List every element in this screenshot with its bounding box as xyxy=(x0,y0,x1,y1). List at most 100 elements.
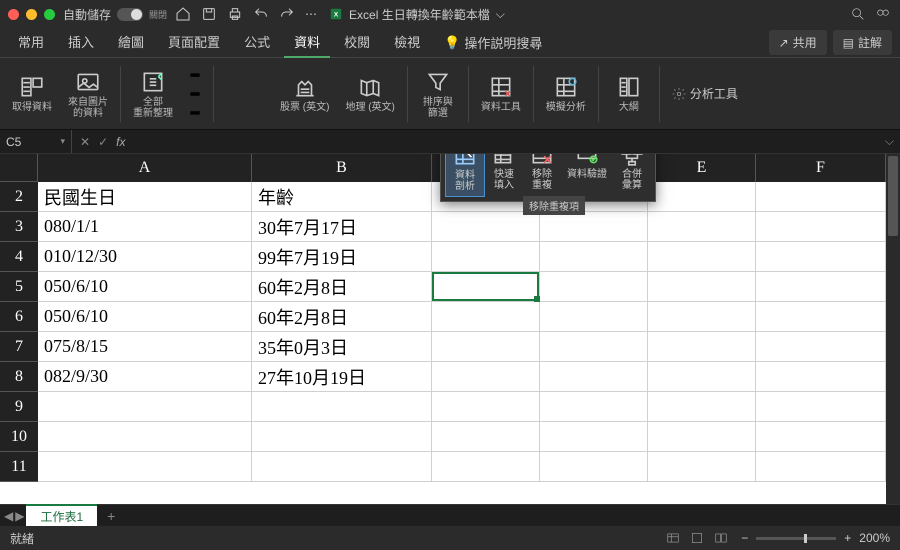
cell-A5[interactable]: 050/6/10 xyxy=(38,272,252,302)
tab-插入[interactable]: 插入 xyxy=(58,27,104,58)
scroll-thumb[interactable] xyxy=(888,156,898,236)
cell-E4[interactable] xyxy=(648,242,756,272)
cell-C10[interactable] xyxy=(432,422,540,452)
tab-繪圖[interactable]: 繪圖 xyxy=(108,27,154,58)
tab-資料[interactable]: 資料 xyxy=(284,27,330,58)
cell-B7[interactable]: 35年0月3日 xyxy=(252,332,432,362)
popup-item-0[interactable]: 資料 剖析 xyxy=(445,154,485,197)
row-header-6[interactable]: 6 xyxy=(0,302,38,332)
worksheet-grid[interactable]: ABCDEF 234567891011 民國生日年齡080/1/130年7月17… xyxy=(0,154,886,504)
tell-me[interactable]: 💡 操作説明搜尋 xyxy=(434,28,552,57)
analysis-tools-button[interactable]: 分析工具 xyxy=(666,85,744,102)
from-picture-button[interactable]: 來自圖片 的資料 xyxy=(62,58,114,129)
tab-檢視[interactable]: 檢視 xyxy=(384,27,430,58)
zoom-slider[interactable] xyxy=(756,537,836,540)
tab-公式[interactable]: 公式 xyxy=(234,27,280,58)
cell-A4[interactable]: 010/12/30 xyxy=(38,242,252,272)
cell-F6[interactable] xyxy=(756,302,886,332)
formula-expand-icon[interactable]: ⌵ xyxy=(879,134,900,149)
cell-D3[interactable] xyxy=(540,212,648,242)
formula-input[interactable] xyxy=(133,130,878,153)
cell-A8[interactable]: 082/9/30 xyxy=(38,362,252,392)
cell-C5[interactable] xyxy=(432,272,540,302)
cell-A9[interactable] xyxy=(38,392,252,422)
minimize-window[interactable] xyxy=(26,9,37,20)
cell-E2[interactable] xyxy=(648,182,756,212)
cell-E7[interactable] xyxy=(648,332,756,362)
cell-B6[interactable]: 60年2月8日 xyxy=(252,302,432,332)
cell-D11[interactable] xyxy=(540,452,648,482)
cell-A2[interactable]: 民國生日 xyxy=(38,182,252,212)
cell-D6[interactable] xyxy=(540,302,648,332)
cell-C3[interactable] xyxy=(432,212,540,242)
outline-button[interactable]: 大綱 xyxy=(605,58,653,129)
col-header-F[interactable]: F xyxy=(756,154,886,182)
fx-label[interactable]: fx xyxy=(116,135,125,149)
tab-頁面配置[interactable]: 頁面配置 xyxy=(158,27,230,58)
cell-D7[interactable] xyxy=(540,332,648,362)
row-header-5[interactable]: 5 xyxy=(0,272,38,302)
comments-button[interactable]: ▤註解 xyxy=(833,30,892,55)
cell-B3[interactable]: 30年7月17日 xyxy=(252,212,432,242)
cell-D9[interactable] xyxy=(540,392,648,422)
cell-F4[interactable] xyxy=(756,242,886,272)
cell-A11[interactable] xyxy=(38,452,252,482)
cell-B10[interactable] xyxy=(252,422,432,452)
maximize-window[interactable] xyxy=(44,9,55,20)
cell-F8[interactable] xyxy=(756,362,886,392)
cancel-edit-icon[interactable]: ✕ xyxy=(80,135,90,149)
cell-D5[interactable] xyxy=(540,272,648,302)
geography-button[interactable]: 地理 (英文) xyxy=(339,58,400,129)
home-icon[interactable] xyxy=(175,6,191,22)
add-sheet-button[interactable]: + xyxy=(99,508,123,524)
cell-E8[interactable] xyxy=(648,362,756,392)
cell-C9[interactable] xyxy=(432,392,540,422)
zoom-out-button[interactable]: − xyxy=(741,531,748,545)
properties-icon[interactable] xyxy=(187,87,203,101)
cell-E5[interactable] xyxy=(648,272,756,302)
col-header-B[interactable]: B xyxy=(252,154,432,182)
cell-D10[interactable] xyxy=(540,422,648,452)
cell-E9[interactable] xyxy=(648,392,756,422)
cell-C11[interactable] xyxy=(432,452,540,482)
popup-item-1[interactable]: 快速 填入 xyxy=(485,154,523,197)
filename[interactable]: X Excel 生日轉換年齡範本檔 ⌵ xyxy=(329,6,505,23)
row-headers[interactable]: 234567891011 xyxy=(0,182,38,482)
refresh-all-button[interactable]: 全部 重新整理 xyxy=(127,58,179,129)
cell-C7[interactable] xyxy=(432,332,540,362)
close-window[interactable] xyxy=(8,9,19,20)
queries-icon[interactable] xyxy=(187,71,203,85)
cell-F3[interactable] xyxy=(756,212,886,242)
cell-C6[interactable] xyxy=(432,302,540,332)
sheet-tab-active[interactable]: 工作表1 xyxy=(26,504,97,527)
zoom-in-button[interactable]: + xyxy=(844,531,851,545)
zoom-level[interactable]: 200% xyxy=(859,531,890,545)
share-button[interactable]: ↗共用 xyxy=(769,30,827,55)
row-header-2[interactable]: 2 xyxy=(0,182,38,212)
name-box[interactable]: C5 ▾ xyxy=(0,130,72,153)
namebox-dropdown-icon[interactable]: ▾ xyxy=(60,136,65,147)
sort-filter-button[interactable]: 排序與 篩選 xyxy=(414,58,462,129)
search-icon[interactable] xyxy=(850,6,866,22)
cell-C4[interactable] xyxy=(432,242,540,272)
cell-E11[interactable] xyxy=(648,452,756,482)
select-all-corner[interactable] xyxy=(0,154,38,182)
more-icon[interactable]: ⋯ xyxy=(305,7,317,21)
page-layout-icon[interactable] xyxy=(689,531,705,545)
cell-B8[interactable]: 27年10月19日 xyxy=(252,362,432,392)
cell-E10[interactable] xyxy=(648,422,756,452)
autosave[interactable]: 自動儲存 關閉 xyxy=(63,6,167,23)
cell-B11[interactable] xyxy=(252,452,432,482)
vertical-scrollbar[interactable] xyxy=(886,154,900,504)
cell-D4[interactable] xyxy=(540,242,648,272)
cell-C8[interactable] xyxy=(432,362,540,392)
cell-E6[interactable] xyxy=(648,302,756,332)
row-header-11[interactable]: 11 xyxy=(0,452,38,482)
normal-view-icon[interactable] xyxy=(665,531,681,545)
page-break-icon[interactable] xyxy=(713,531,729,545)
confirm-edit-icon[interactable]: ✓ xyxy=(98,135,108,149)
cell-A10[interactable] xyxy=(38,422,252,452)
popup-item-2[interactable]: 移除 重複移除重複項 xyxy=(523,154,561,197)
cell-B5[interactable]: 60年2月8日 xyxy=(252,272,432,302)
cell-B9[interactable] xyxy=(252,392,432,422)
